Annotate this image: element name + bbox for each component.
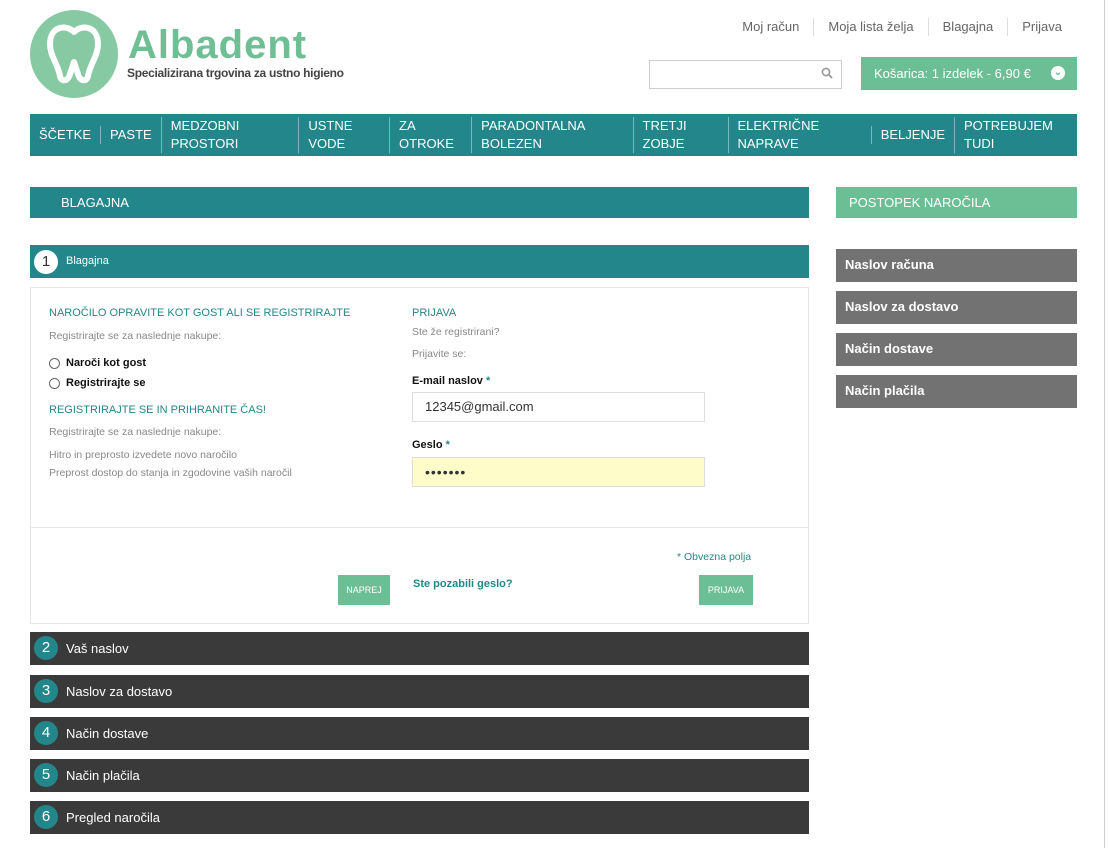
step-label: Naslov za dostavo — [66, 684, 173, 699]
required-fields-note: * Obvezna polja — [677, 551, 752, 563]
wishlist-link[interactable]: Moja lista želja — [814, 18, 929, 36]
password-field[interactable]: ••••••• — [412, 457, 705, 487]
page-title: BLAGAJNA — [30, 187, 809, 218]
window-edge-divider — [1104, 0, 1105, 848]
logo-tagline: Specializirana trgovina za ustno higieno — [127, 66, 344, 80]
login-heading: PRIJAVA — [412, 307, 457, 319]
already-registered-text: Ste že registrirani? — [412, 326, 500, 338]
sidebar-item-shipping-method[interactable]: Način dostave — [836, 333, 1077, 366]
logo-name[interactable]: Albadent — [128, 22, 307, 68]
nav-item-tretji-zobje[interactable]: TRETJI ZOBJE — [632, 117, 728, 153]
nav-item-paste[interactable]: PASTE — [100, 126, 161, 144]
email-label-text: E-mail naslov — [412, 375, 483, 387]
search-input[interactable] — [649, 60, 842, 89]
radio-guest[interactable] — [49, 357, 60, 369]
password-label-text: Geslo — [412, 439, 443, 451]
nav-item-ustne-vode[interactable]: USTNE VODE — [298, 117, 389, 153]
required-marker: * — [445, 439, 450, 451]
sidebar-item-shipping-address[interactable]: Naslov za dostavo — [836, 291, 1077, 324]
logo-icon[interactable] — [30, 10, 118, 98]
benefit-item: Hitro in preprosto izvedete novo naročil… — [49, 449, 237, 461]
email-label: E-mail naslov * — [412, 375, 490, 387]
step-label: Blagajna — [66, 255, 109, 267]
step-label: Način plačila — [66, 768, 140, 783]
nav-item-paradontalna-bolezen[interactable]: PARADONTALNA BOLEZEN — [471, 117, 632, 153]
nav-item-potrebujem-tudi[interactable]: POTREBUJEM TUDI — [954, 117, 1077, 153]
step-1-header[interactable]: 1 Blagajna — [30, 245, 809, 278]
register-heading: REGISTRIRAJTE SE IN PRIHRANITE ČAS! — [49, 404, 266, 416]
login-link[interactable]: Prijava — [1008, 18, 1076, 36]
step-4-header[interactable]: 4 Način dostave — [30, 717, 809, 750]
nav-item-za-otroke[interactable]: ZA OTROKE — [389, 117, 471, 153]
panel-divider — [31, 527, 808, 528]
checkout-link[interactable]: Blagajna — [929, 18, 1009, 36]
sidebar-title: POSTOPEK NAROČILA — [836, 187, 1077, 218]
step-number: 6 — [34, 805, 58, 829]
radio-guest-label[interactable]: Naroči kot gost — [66, 357, 146, 369]
forgot-password-link[interactable]: Ste pozabili geslo? — [413, 578, 513, 590]
step-number: 4 — [34, 721, 58, 745]
radio-register[interactable] — [49, 377, 60, 389]
step-label: Pregled naročila — [66, 810, 160, 825]
cart-button[interactable]: Košarica: 1 izdelek - 6,90 € ⌄ — [861, 57, 1077, 90]
sidebar-item-billing-address[interactable]: Naslov računa — [836, 249, 1077, 282]
email-field[interactable]: 12345@gmail.com — [412, 392, 705, 422]
cart-label: Košarica: 1 izdelek - 6,90 € — [874, 66, 1031, 81]
login-prompt-text: Prijavite se: — [412, 348, 467, 360]
nav-item-medzobni-prostori[interactable]: MEDZOBNI PROSTORI — [160, 117, 299, 153]
step-label: Vaš naslov — [66, 641, 129, 656]
guest-register-heading: NAROČILO OPRAVITE KOT GOST ALI SE REGIST… — [49, 307, 351, 319]
step-number: 5 — [34, 763, 58, 787]
top-links: Moj račun Moja lista želja Blagajna Prij… — [728, 18, 1076, 36]
sidebar-item-payment-method[interactable]: Način plačila — [836, 375, 1077, 408]
my-account-link[interactable]: Moj račun — [728, 18, 815, 36]
benefit-item: Preprost dostop do stanja in zgodovine v… — [49, 467, 292, 479]
continue-button[interactable]: NAPREJ — [338, 575, 390, 605]
step-3-header[interactable]: 3 Naslov za dostavo — [30, 675, 809, 708]
search-icon[interactable] — [821, 67, 833, 79]
nav-item-beljenje[interactable]: BELJENJE — [870, 126, 954, 144]
login-button[interactable]: PRIJAVA — [699, 575, 753, 605]
step-5-header[interactable]: 5 Način plačila — [30, 759, 809, 792]
nav-item-scetke[interactable]: ŠČETKE — [39, 126, 100, 144]
step-number: 2 — [34, 636, 58, 660]
step-2-header[interactable]: 2 Vaš naslov — [30, 632, 809, 665]
step-6-header[interactable]: 6 Pregled naročila — [30, 801, 809, 834]
step-label: Način dostave — [66, 726, 149, 741]
step-number: 1 — [34, 250, 58, 274]
required-marker: * — [485, 375, 491, 387]
radio-guest-option[interactable]: Naroči kot gost — [49, 357, 146, 369]
main-nav: ŠČETKE PASTE MEDZOBNI PROSTORI USTNE VOD… — [30, 114, 1077, 156]
register-subtext: Registrirajte se za naslednje nakupe: — [49, 426, 222, 438]
nav-item-elektricne-naprave[interactable]: ELEKTRIČNE NAPRAVE — [727, 117, 871, 153]
chevron-down-icon[interactable]: ⌄ — [1051, 66, 1065, 80]
password-label: Geslo * — [412, 439, 450, 451]
radio-register-option[interactable]: Registrirajte se — [49, 377, 145, 389]
step-number: 3 — [34, 679, 58, 703]
radio-register-label[interactable]: Registrirajte se — [66, 377, 145, 389]
guest-subtext: Registrirajte se za naslednje nakupe: — [49, 330, 222, 342]
